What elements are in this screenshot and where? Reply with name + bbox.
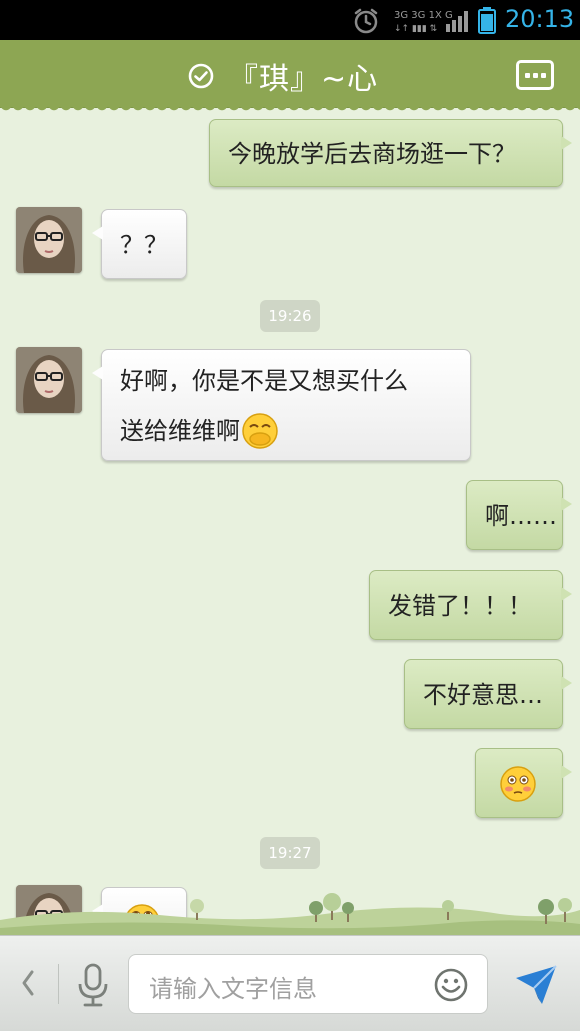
battery-icon — [478, 7, 496, 34]
incoming-message[interactable]: 好啊，你是不是又想买什么 送给维维啊 — [92, 349, 471, 461]
title-bar: 『琪』~心 — [0, 40, 580, 113]
outgoing-message[interactable]: 啊…… — [466, 480, 572, 550]
outgoing-message[interactable]: 今晚放学后去商场逛一下？ — [209, 119, 572, 187]
status-bar: 3G 3G 1X G ↓↑ ▮▮▮ ⇅ 20:13 — [0, 0, 580, 40]
avatar-image — [16, 347, 82, 413]
message-list[interactable]: 今晚放学后去商场逛一下？ ？？ 19:26 好啊，你是不是又想买什么 送给维维啊… — [0, 108, 580, 935]
contact-avatar[interactable] — [16, 207, 82, 273]
contact-name[interactable]: 『琪』~心 — [228, 54, 378, 98]
embarrassed-sweat-emoji — [500, 766, 536, 802]
back-chevron-icon[interactable] — [18, 968, 38, 998]
svg-text:↓↑ ▮▮▮ ⇅: ↓↑ ▮▮▮ ⇅ — [394, 24, 438, 34]
avatar-image — [16, 207, 82, 273]
message-input-placeholder: 请输入文字信息 — [149, 975, 317, 1003]
shy-hand-over-mouth-emoji — [242, 413, 278, 449]
outgoing-message[interactable]: 不好意思… — [404, 659, 572, 729]
incoming-message[interactable]: ？？ — [92, 209, 187, 279]
microphone-icon[interactable] — [76, 962, 110, 1008]
emoji-smile-icon[interactable] — [433, 967, 469, 1003]
network-signal-icon: 3G 3G 1X G ↓↑ ▮▮▮ ⇅ — [394, 10, 468, 34]
input-bar: 请输入文字信息 — [0, 935, 580, 1031]
more-menu-button[interactable] — [516, 60, 554, 90]
more-dots-icon — [525, 73, 530, 78]
message-input[interactable]: 请输入文字信息 — [128, 954, 488, 1014]
check-circle-icon — [188, 63, 214, 89]
contact-avatar[interactable] — [16, 347, 82, 413]
hills-decoration — [0, 893, 580, 936]
timestamp-chip: 19:27 — [260, 837, 320, 869]
send-icon[interactable] — [514, 964, 558, 1006]
alarm-clock-icon — [354, 8, 378, 34]
status-time: 20:13 — [505, 5, 575, 33]
svg-text:3G 3G 1X G: 3G 3G 1X G — [394, 10, 453, 21]
timestamp-chip: 19:26 — [260, 300, 320, 332]
divider — [58, 964, 59, 1004]
outgoing-message[interactable] — [475, 748, 572, 818]
outgoing-message[interactable]: 发错了！！！ — [369, 570, 572, 640]
